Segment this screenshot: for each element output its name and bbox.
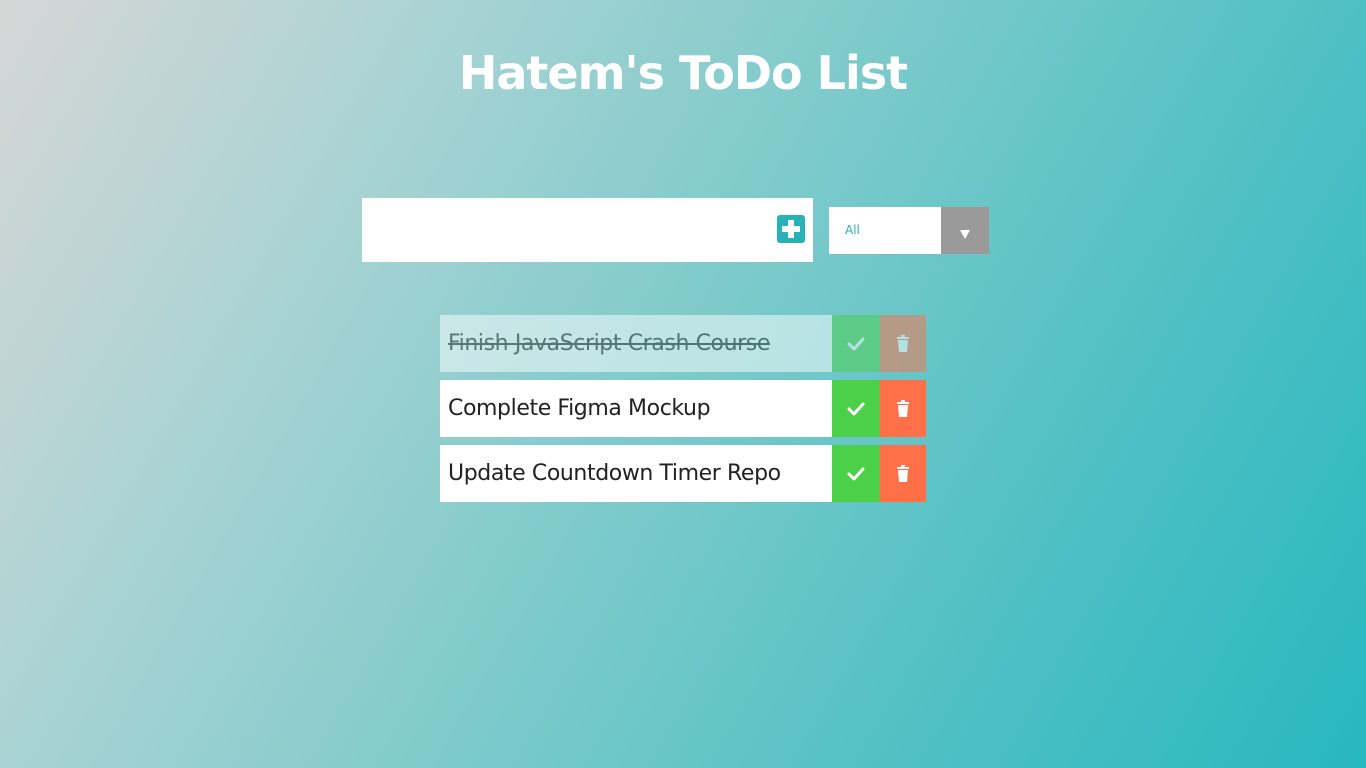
delete-button[interactable] bbox=[880, 445, 926, 502]
trash-icon bbox=[897, 334, 909, 352]
plus-icon bbox=[782, 220, 800, 238]
trash-icon bbox=[897, 464, 909, 482]
todo-input[interactable] bbox=[362, 198, 762, 262]
todo-item-box: Complete Figma Mockup bbox=[440, 380, 832, 437]
check-icon bbox=[847, 402, 865, 415]
delete-button[interactable] bbox=[880, 315, 926, 372]
todo-item-text: Complete Figma Mockup bbox=[448, 396, 711, 421]
complete-button[interactable] bbox=[832, 380, 880, 437]
complete-button[interactable] bbox=[832, 445, 880, 502]
filter-selected-value: All bbox=[845, 223, 860, 237]
todo-item-text: Finish JavaScript Crash Course bbox=[448, 331, 770, 356]
todo-item: Finish JavaScript Crash Course bbox=[440, 315, 926, 372]
todo-list: Finish JavaScript Crash Course Complete … bbox=[440, 315, 926, 510]
todo-item-box: Update Countdown Timer Repo bbox=[440, 445, 832, 502]
add-todo-button[interactable] bbox=[777, 215, 805, 243]
filter-dropdown-button[interactable] bbox=[941, 207, 989, 254]
todo-item: Complete Figma Mockup bbox=[440, 380, 926, 437]
delete-button[interactable] bbox=[880, 380, 926, 437]
page-title: Hatem's ToDo List bbox=[458, 46, 908, 100]
filter-select[interactable]: All bbox=[829, 207, 989, 254]
todo-item: Update Countdown Timer Repo bbox=[440, 445, 926, 502]
todo-item-text: Update Countdown Timer Repo bbox=[448, 461, 781, 486]
caret-down-icon bbox=[960, 230, 970, 239]
complete-button[interactable] bbox=[832, 315, 880, 372]
todo-item-box: Finish JavaScript Crash Course bbox=[440, 315, 832, 372]
todo-input-container bbox=[362, 198, 813, 262]
trash-icon bbox=[897, 399, 909, 417]
check-icon bbox=[847, 337, 865, 350]
check-icon bbox=[847, 467, 865, 480]
